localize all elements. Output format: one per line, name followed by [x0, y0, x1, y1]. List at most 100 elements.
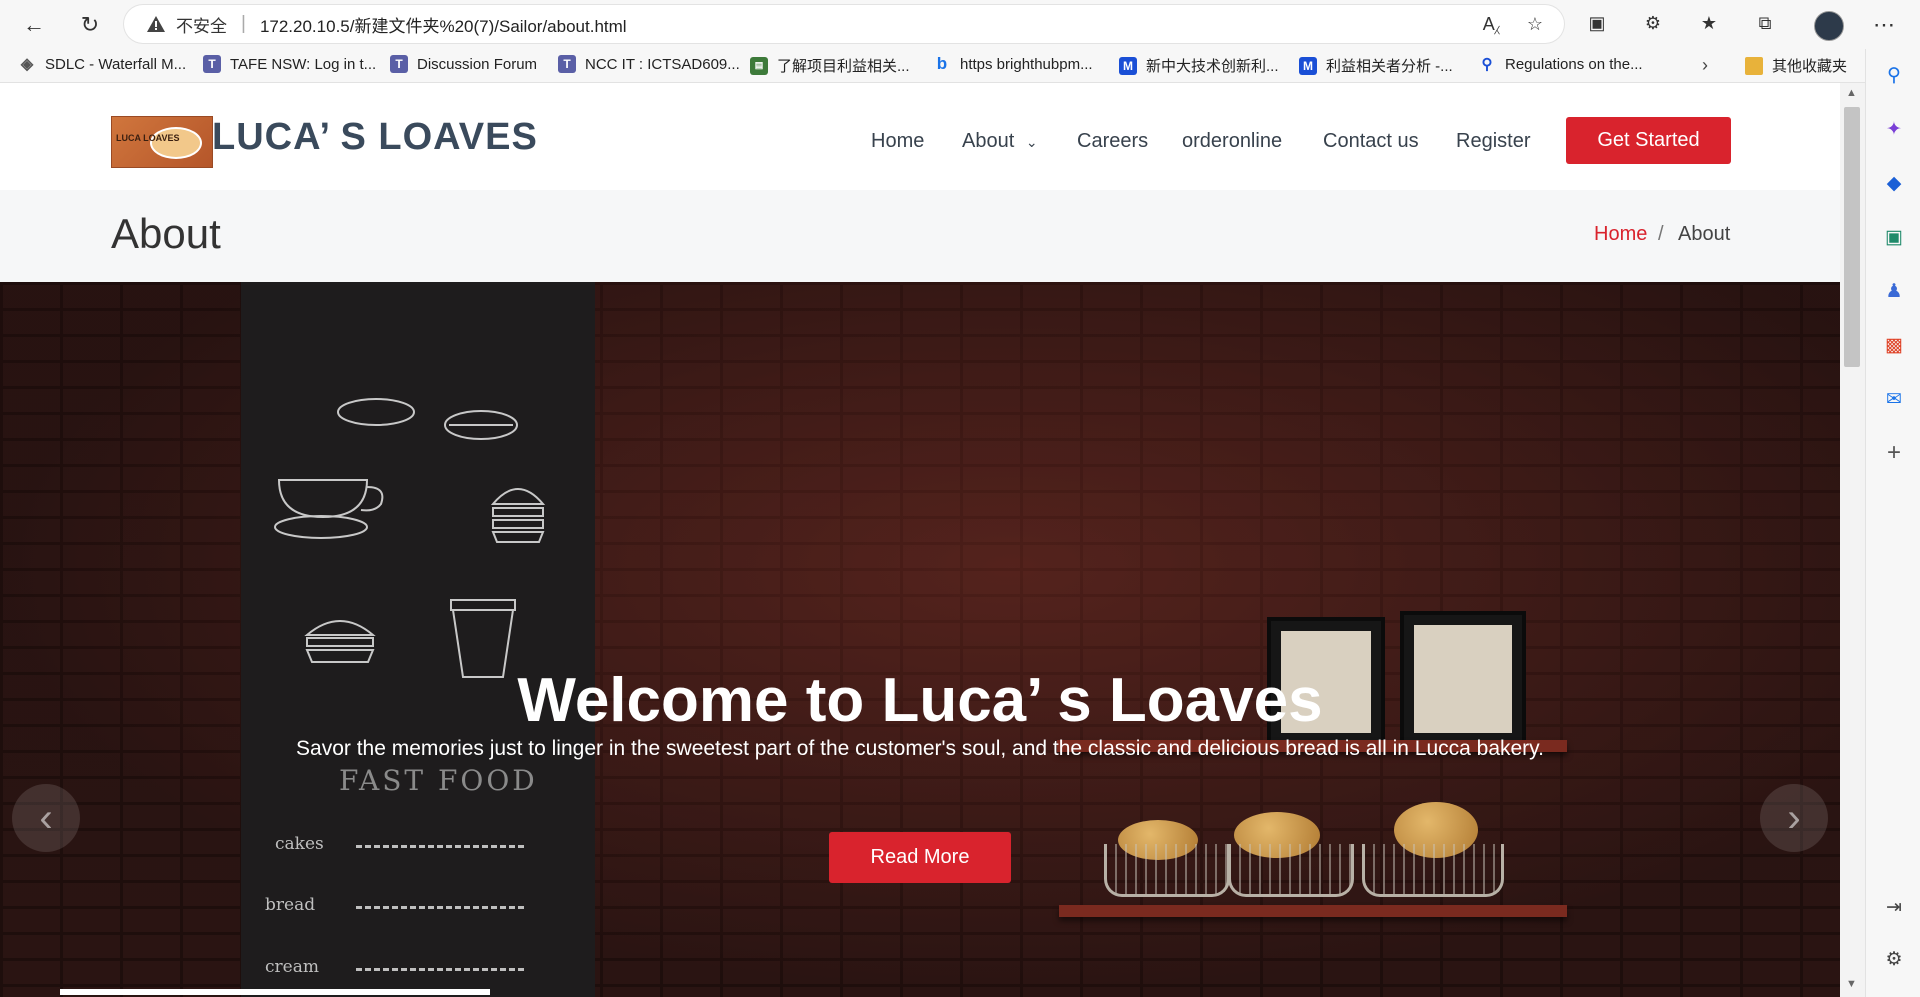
nav-contact[interactable]: Contact us: [1323, 130, 1419, 153]
site-header: LUCA LOAVES LUCA’ S LOAVES Home About ⌄ …: [0, 83, 1840, 190]
bread-basket: [1362, 844, 1504, 897]
search-icon[interactable]: ⚲: [1882, 63, 1906, 87]
chalkboard: FAST FOOD cakes bread cream: [241, 282, 595, 997]
scroll-down-icon[interactable]: ▼: [1846, 978, 1857, 990]
hero-subtitle: Savor the memories just to linger in the…: [296, 737, 1544, 760]
chalkboard-item: bread: [265, 895, 316, 915]
nav-orderonline[interactable]: orderonline: [1182, 130, 1282, 153]
collections-stack-icon[interactable]: ⧉: [1754, 12, 1776, 34]
bookmarks-bar: ◈ SDLC - Waterfall M... T TAFE NSW: Log …: [0, 49, 1920, 83]
chalkboard-dash: [356, 845, 524, 848]
carousel-prev-icon[interactable]: ‹: [12, 784, 80, 852]
read-aloud-icon[interactable]: A⁁: [1480, 13, 1502, 35]
games-icon[interactable]: ♟: [1882, 279, 1906, 303]
bookmark-label: https brighthubpm...: [960, 55, 1093, 73]
nav-about-label: About: [962, 130, 1015, 152]
chalkboard-item: cream: [265, 957, 319, 977]
m-site-icon: M: [1119, 56, 1137, 75]
bread-loaf-icon: [150, 127, 202, 159]
bread-basket: [1228, 844, 1354, 897]
bookmark-item[interactable]: T TAFE NSW: Log in t...: [203, 55, 376, 73]
teams-icon: T: [203, 55, 221, 73]
nav-home[interactable]: Home: [871, 130, 924, 153]
profile-avatar[interactable]: [1814, 11, 1844, 41]
address-separator: |: [241, 13, 246, 34]
bookmarks-overflow-icon[interactable]: ›: [1702, 55, 1708, 76]
book-icon: ▤: [750, 56, 768, 75]
office-icon[interactable]: ▩: [1882, 333, 1906, 357]
bookmark-item[interactable]: b https brighthubpm...: [933, 54, 1093, 73]
breadcrumb-separator: /: [1658, 223, 1664, 245]
add-favorite-icon[interactable]: ☆: [1524, 13, 1546, 35]
bookmark-item[interactable]: M 利益相关者分析 -...: [1299, 55, 1453, 76]
bookmark-item[interactable]: ⚲ Regulations on the...: [1478, 55, 1643, 74]
chalkboard-heading: FAST FOOD: [339, 764, 538, 797]
bookmark-item[interactable]: M 新中大技术创新利...: [1119, 55, 1279, 76]
carousel-next-icon[interactable]: ›: [1760, 784, 1828, 852]
chalkboard-dash: [356, 968, 524, 971]
m-site-icon: M: [1299, 56, 1317, 75]
carousel-indicator-active[interactable]: [60, 989, 490, 995]
nav-register[interactable]: Register: [1456, 130, 1530, 153]
reload-icon[interactable]: ↻: [74, 9, 106, 41]
bookmark-label: Regulations on the...: [1505, 55, 1643, 73]
warning-icon: [147, 16, 165, 32]
page-title-bar: About Home / About: [0, 190, 1840, 283]
page-scrollbar[interactable]: ▲ ▼: [1840, 83, 1865, 997]
page-viewport: LUCA LOAVES LUCA’ S LOAVES Home About ⌄ …: [0, 83, 1840, 997]
read-more-button[interactable]: Read More: [829, 832, 1011, 883]
page-title: About: [111, 210, 221, 257]
breadcrumb-current: About: [1678, 223, 1731, 245]
chalkboard-dash: [356, 906, 524, 909]
browser-sidebar: ⚲ ✦ ◆ ▣ ♟ ▩ ✉ + ⇥ ⚙: [1865, 49, 1920, 997]
add-icon[interactable]: +: [1882, 439, 1906, 466]
settings-gear-icon[interactable]: ⚙: [1882, 947, 1906, 971]
hero-carousel: FAST FOOD cakes bread cream Welcome to L…: [0, 282, 1840, 997]
bookmark-label: 新中大技术创新利...: [1146, 58, 1279, 75]
logo-text[interactable]: LUCA’ S LOAVES: [212, 116, 538, 159]
outlook-icon[interactable]: ✉: [1882, 387, 1906, 411]
tools-briefcase-icon[interactable]: ▣: [1882, 225, 1906, 249]
chalkboard-item: cakes: [275, 834, 324, 854]
browser-toolbar: ← ↻ 不安全 | 172.20.10.5/新建文件夹%20(7)/Sailor…: [0, 0, 1920, 49]
bookmark-label: Discussion Forum: [417, 55, 538, 73]
bookmark-label: SDLC - Waterfall M...: [45, 55, 187, 73]
back-icon[interactable]: ←: [18, 9, 50, 41]
wall-shelf: [1059, 905, 1567, 917]
get-started-button[interactable]: Get Started: [1566, 117, 1731, 164]
copilot-sparkle-icon[interactable]: ✦: [1882, 117, 1906, 141]
favorites-icon[interactable]: ★: [1698, 12, 1720, 34]
breadcrumb-home[interactable]: Home: [1594, 223, 1647, 246]
folder-icon: [1745, 56, 1763, 75]
bookmark-item[interactable]: ▤ 了解项目利益相关...: [750, 55, 910, 76]
scroll-up-icon[interactable]: ▲: [1846, 87, 1857, 99]
bookmark-label: 其他收藏夹: [1772, 58, 1848, 75]
bookmark-label: 利益相关者分析 -...: [1326, 58, 1453, 75]
sidebar-collapse-icon[interactable]: ⇥: [1882, 895, 1906, 919]
more-menu-icon[interactable]: ⋯: [1868, 9, 1900, 41]
bookmark-label: TAFE NSW: Log in t...: [230, 55, 377, 73]
scrollbar-thumb[interactable]: [1844, 107, 1860, 367]
address-bar[interactable]: 不安全 | 172.20.10.5/新建文件夹%20(7)/Sailor/abo…: [124, 5, 1564, 43]
diamond-icon: ◈: [20, 56, 34, 73]
logo-image[interactable]: LUCA LOAVES: [111, 116, 213, 168]
bookmark-item[interactable]: ◈ SDLC - Waterfall M...: [18, 55, 187, 74]
search-icon: ⚲: [1481, 56, 1493, 73]
nav-careers[interactable]: Careers: [1077, 130, 1148, 153]
collections-icon[interactable]: ▣: [1586, 12, 1608, 34]
chevron-down-icon: ⌄: [1025, 134, 1038, 150]
url-text[interactable]: 172.20.10.5/新建文件夹%20(7)/Sailor/about.htm…: [260, 12, 627, 37]
bookmark-label: NCC IT : ICTSAD609...: [585, 55, 740, 73]
teams-icon: T: [558, 55, 576, 73]
shopping-tag-icon[interactable]: ◆: [1882, 171, 1906, 195]
bing-icon: b: [936, 54, 948, 73]
extensions-icon[interactable]: ⚙: [1642, 12, 1664, 34]
bookmark-label: 了解项目利益相关...: [777, 58, 910, 75]
bookmark-folder[interactable]: 其他收藏夹: [1745, 55, 1847, 76]
bread-basket: [1104, 844, 1230, 897]
bookmark-item[interactable]: T Discussion Forum: [390, 55, 537, 73]
nav-about[interactable]: About ⌄: [962, 130, 1038, 153]
bookmark-item[interactable]: T NCC IT : ICTSAD609...: [558, 55, 740, 73]
insecure-label: 不安全: [176, 16, 227, 36]
teams-icon: T: [390, 55, 408, 73]
